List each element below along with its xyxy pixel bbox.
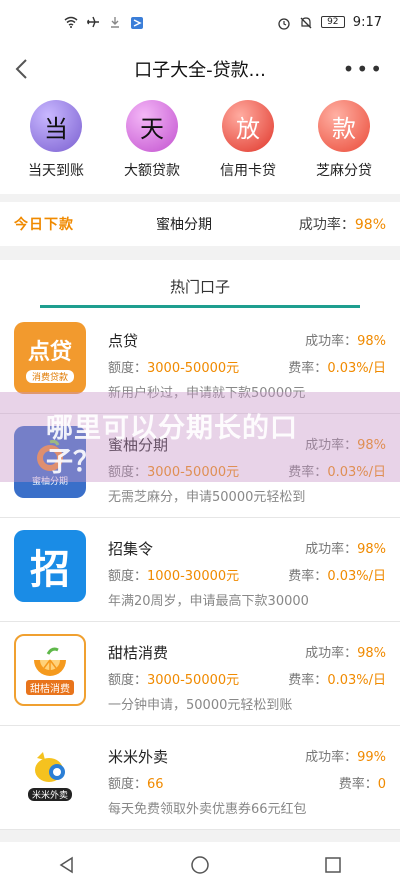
logo-text: 点贷 bbox=[27, 339, 72, 365]
back-triangle-icon[interactable] bbox=[52, 850, 82, 880]
item-description: 一分钟申请，50000元轻松到账 bbox=[108, 698, 293, 713]
today-ticker[interactable]: 今日下款 蜜柚分期 成功率：98% bbox=[0, 202, 400, 246]
amount-label: 额度： bbox=[108, 569, 148, 584]
loan-list: 点贷 消费贷款 点贷 成功率：98% 额度：3000-50000元 费率：0.0… bbox=[0, 310, 400, 830]
logo-subtext: 消费贷款 bbox=[25, 369, 74, 383]
item-name: 招集令 bbox=[108, 540, 154, 558]
system-nav-bar bbox=[0, 842, 400, 888]
app-notification-icon bbox=[130, 16, 144, 29]
fee-value: 0.03%/日 bbox=[327, 673, 386, 688]
status-time: 9:17 bbox=[352, 14, 382, 30]
page-title: 口子大全-贷款... bbox=[134, 60, 266, 81]
status-icons-right: 92 9:17 bbox=[277, 15, 382, 30]
fee-label: 费率： bbox=[338, 777, 378, 792]
quick-link-credit-card[interactable]: 放 信用卡贷 bbox=[200, 100, 296, 194]
amount-label: 额度： bbox=[108, 673, 148, 688]
ticker-rate: 成功率：98% bbox=[299, 214, 386, 234]
item-description: 每天免费领取外卖优惠券66元红包 bbox=[108, 802, 307, 817]
quick-links: 当 当天到账 天 大额贷款 放 信用卡贷 款 芝麻分贷 bbox=[0, 94, 400, 194]
amount-value: 66 bbox=[147, 777, 164, 792]
fee-value: 0.03%/日 bbox=[327, 569, 386, 584]
rate-value: 98% bbox=[357, 542, 386, 557]
item-name: 点贷 bbox=[108, 332, 139, 350]
item-name: 甜桔消费 bbox=[108, 644, 169, 662]
ticker-rate-label: 成功率： bbox=[298, 217, 355, 233]
list-item[interactable]: 招 招集令 成功率：98% 额度：1000-30000元 费率：0.03%/日 … bbox=[0, 518, 400, 622]
nav-bar: 口子大全-贷款... ••• bbox=[0, 44, 400, 94]
fee-label: 费率： bbox=[288, 569, 328, 584]
more-options-icon[interactable]: ••• bbox=[343, 57, 384, 81]
diandai-logo: 点贷 消费贷款 bbox=[14, 322, 86, 394]
quick-link-icon: 当 bbox=[30, 100, 82, 152]
quick-link-icon: 放 bbox=[222, 100, 274, 152]
quick-link-label: 当天到账 bbox=[28, 163, 84, 179]
list-item[interactable]: 米米外卖 米米外卖 成功率：99% 额度：66 费率：0 每天免费领取外卖优惠券… bbox=[0, 726, 400, 830]
fee-label: 费率： bbox=[288, 361, 328, 376]
recents-square-icon[interactable] bbox=[318, 850, 348, 880]
item-description: 年满20周岁，申请最高下款30000 bbox=[108, 594, 309, 609]
ticker-rate-value: 98% bbox=[354, 217, 386, 233]
quick-link-icon: 款 bbox=[318, 100, 370, 152]
rate-label: 成功率： bbox=[305, 750, 358, 765]
logo-text: 招 bbox=[30, 547, 70, 593]
alarm-icon bbox=[277, 16, 291, 30]
status-icons-left bbox=[64, 16, 144, 29]
back-arrow-icon[interactable] bbox=[10, 56, 36, 82]
quick-link-label: 大额贷款 bbox=[124, 163, 180, 179]
rate-label: 成功率： bbox=[305, 334, 358, 349]
item-name: 米米外卖 bbox=[108, 748, 169, 766]
zhaojiling-logo: 招 bbox=[14, 530, 86, 602]
battery-indicator: 92 bbox=[320, 16, 345, 28]
rate-value: 99% bbox=[357, 750, 386, 765]
orange-slice-icon bbox=[34, 647, 66, 676]
quick-link-same-day[interactable]: 当 当天到账 bbox=[8, 100, 104, 194]
today-badge: 今日下款 bbox=[14, 217, 74, 233]
amount-value: 3000-50000元 bbox=[147, 673, 240, 688]
tianju-logo: 甜桔消费 bbox=[14, 634, 86, 706]
fee-label: 费率： bbox=[288, 673, 328, 688]
watermark-text-line2: 子？ bbox=[46, 447, 100, 478]
logo-text: 甜桔消费 bbox=[26, 679, 74, 695]
wifi-icon bbox=[64, 16, 78, 28]
quick-link-large-loan[interactable]: 天 大额贷款 bbox=[104, 100, 200, 194]
amount-value: 1000-30000元 bbox=[147, 569, 240, 584]
home-circle-icon[interactable] bbox=[185, 850, 215, 880]
ticker-product-name: 蜜柚分期 bbox=[156, 217, 212, 233]
tab-indicator bbox=[40, 305, 360, 308]
fee-value: 0.03%/日 bbox=[327, 361, 386, 376]
rate-label: 成功率： bbox=[305, 646, 358, 661]
fee-value: 0 bbox=[377, 777, 386, 792]
tab-hot-label: 热门口子 bbox=[169, 277, 230, 296]
airplane-icon bbox=[86, 16, 100, 28]
item-info: 甜桔消费 成功率：98% 额度：3000-50000元 费率：0.03%/日 一… bbox=[108, 634, 386, 725]
kangaroo-icon bbox=[35, 751, 65, 782]
list-item[interactable]: 甜桔消费 甜桔消费 成功率：98% 额度：3000-50000元 费率：0.03… bbox=[0, 622, 400, 726]
item-info: 米米外卖 成功率：99% 额度：66 费率：0 每天免费领取外卖优惠券66元红包 bbox=[108, 738, 386, 829]
status-bar: 92 9:17 bbox=[0, 0, 400, 44]
amount-label: 额度： bbox=[108, 777, 148, 792]
quick-link-sesame[interactable]: 款 芝麻分贷 bbox=[296, 100, 392, 194]
quick-link-icon: 天 bbox=[126, 100, 178, 152]
item-description: 无需芝麻分，申请50000元轻松到 bbox=[108, 490, 306, 505]
quick-link-label: 芝麻分贷 bbox=[316, 163, 372, 179]
item-info: 招集令 成功率：98% 额度：1000-30000元 费率：0.03%/日 年满… bbox=[108, 530, 386, 621]
rate-label: 成功率： bbox=[305, 542, 358, 557]
tab-hot[interactable]: 热门口子 bbox=[0, 260, 400, 310]
amount-label: 额度： bbox=[108, 361, 148, 376]
logo-text: 米米外卖 bbox=[27, 787, 72, 801]
rate-value: 98% bbox=[357, 646, 386, 661]
mute-icon bbox=[299, 16, 313, 29]
rate-value: 98% bbox=[357, 334, 386, 349]
amount-value: 3000-50000元 bbox=[147, 361, 240, 376]
download-icon bbox=[108, 16, 122, 28]
quick-link-label: 信用卡贷 bbox=[220, 163, 276, 179]
mimi-logo: 米米外卖 bbox=[14, 738, 86, 810]
